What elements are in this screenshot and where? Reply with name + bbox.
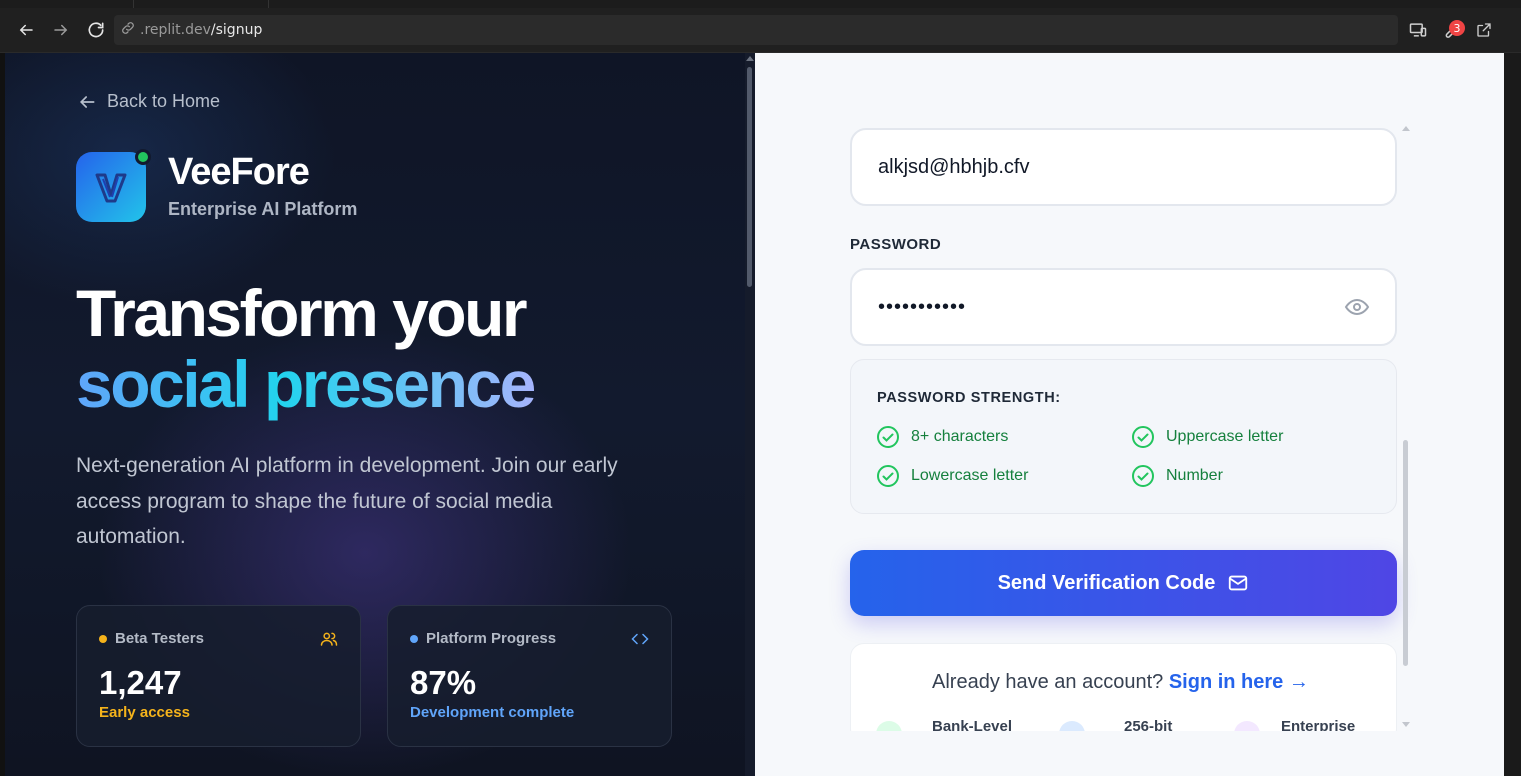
scroll-thumb[interactable] [747,67,752,287]
left-scrollbar[interactable] [745,53,755,776]
online-status-dot [135,149,151,165]
headline-line-1: Transform your [76,276,528,350]
browser-tab[interactable] [268,0,375,8]
users-icon [320,632,338,646]
open-external-icon[interactable] [1472,18,1496,42]
platform-progress-card: Platform Progress 87% Development comple… [387,605,672,747]
stat-value: 1,247 [99,664,182,701]
brand-tagline: Enterprise AI Platform [168,199,358,219]
stat-label: Beta Testers [115,630,204,647]
reload-icon[interactable] [84,18,108,42]
scroll-up-arrow[interactable] [746,56,754,61]
email-field[interactable]: alkjsd@hbhjb.cfv [850,128,1397,206]
check-circle-icon [877,465,899,487]
forward-arrow-icon[interactable] [49,18,73,42]
requirement-label: Number [1166,467,1223,484]
brand-name: VeeFore [168,151,310,193]
eye-icon[interactable] [1344,295,1370,319]
headline-line-2: social presence [76,347,536,421]
hero-panel: Back to Home VeeFore Enterprise AI Platf… [5,53,755,776]
check-circle-icon [877,426,899,448]
requirement-label: Uppercase letter [1166,428,1284,445]
stat-label: Platform Progress [426,630,557,647]
window-edge [1504,53,1521,776]
strength-title: PASSWORD STRENGTH: [877,390,1061,406]
url-domain: .replit.dev [140,22,211,38]
scroll-clip [755,731,1504,776]
devices-icon[interactable] [1406,18,1430,42]
scroll-up-arrow[interactable] [1402,126,1410,131]
requirement-label: Lowercase letter [911,467,1029,484]
requirement-item: Uppercase letter [1131,425,1283,449]
url-path: /signup [210,22,263,38]
tab-strip [0,0,1521,8]
brand-logo [76,149,151,222]
notification-badge: 3 [1449,20,1465,36]
browser-tab[interactable] [133,0,268,8]
code-icon [631,633,649,645]
stat-sub: Early access [99,704,190,721]
check-circle-icon [1132,426,1154,448]
stat-value: 87% [410,664,477,701]
send-label: Send Verification Code [997,571,1216,594]
link-icon [120,20,136,40]
send-verification-button[interactable]: Send Verification Code [850,550,1397,616]
password-value: ••••••••••• [878,295,967,318]
back-to-home-link[interactable]: Back to Home [77,91,220,112]
scroll-thumb[interactable] [1403,440,1408,666]
stat-sub: Development complete [410,704,575,721]
scroll-down-arrow[interactable] [1402,722,1410,727]
already-account-text: Already have an account? Sign in here → [932,671,1309,694]
status-dot [410,634,418,643]
password-label: PASSWORD [850,236,942,253]
requirement-item: Lowercase letter [876,464,1028,488]
check-circle-icon [1132,465,1154,487]
status-dot [99,634,107,643]
requirement-label: 8+ characters [911,428,1009,445]
hero-description: Next-generation AI platform in developme… [76,454,618,548]
signin-link[interactable]: Sign in here → [1169,671,1309,693]
already-label: Already have an account? [932,671,1164,693]
address-bar[interactable]: .replit.dev/signup [114,15,1398,45]
arrow-left-icon [79,95,95,108]
mail-icon [1229,575,1248,591]
beta-testers-card: Beta Testers 1,247 Early access [76,605,361,747]
v-logo-icon [95,173,127,203]
back-label: Back to Home [107,91,221,111]
requirement-item: Number [1131,464,1223,488]
form-scrollbar[interactable] [1401,124,1411,732]
email-value: alkjsd@hbhjb.cfv [878,155,1030,178]
back-arrow-icon[interactable] [14,18,38,42]
requirement-item: 8+ characters [876,425,1008,449]
password-field[interactable]: ••••••••••• [850,268,1397,346]
browser-toolbar: .replit.dev/signup 3 [0,8,1521,53]
